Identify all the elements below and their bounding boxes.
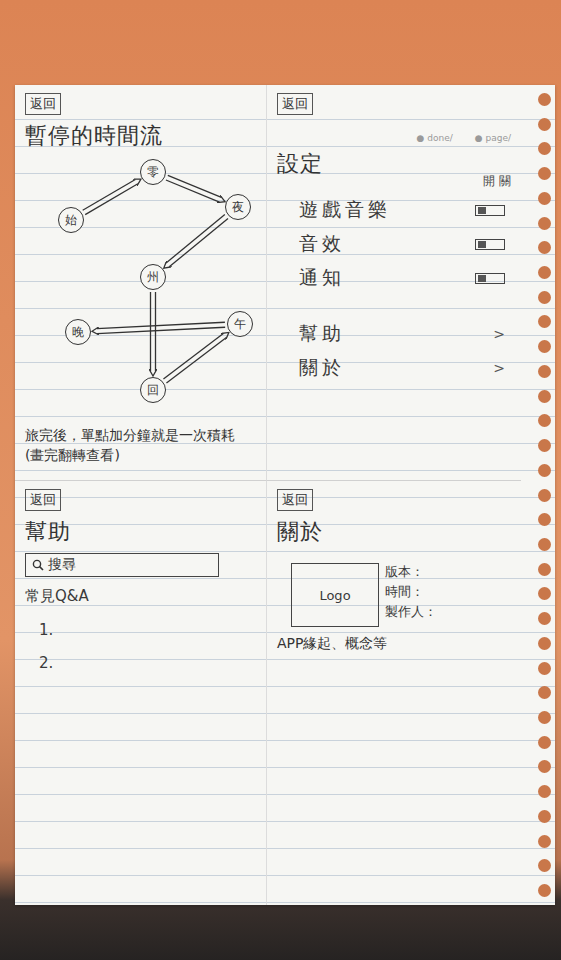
- toggle-row[interactable]: 通知: [277, 264, 511, 292]
- desk: 返回暫停的時間流始零夜州晚回午旅完後，單點加分鐘就是一次積耗(畫完翻轉查看)返回…: [0, 0, 561, 960]
- faq-title: 常見Q&A: [25, 583, 256, 610]
- hole-icon: [538, 785, 551, 798]
- hole-icon: [538, 167, 551, 180]
- link-row[interactable]: 關於>: [277, 354, 511, 382]
- hole-icon: [538, 810, 551, 823]
- toggle-switch[interactable]: [475, 273, 505, 284]
- toggle-header: 開 關: [483, 173, 511, 190]
- faq-item[interactable]: 2.: [25, 649, 256, 676]
- back-button[interactable]: 返回: [25, 93, 61, 115]
- hole-icon: [538, 365, 551, 378]
- hole-icon: [538, 340, 551, 353]
- hole-icon: [538, 612, 551, 625]
- back-button[interactable]: 返回: [277, 489, 313, 511]
- hole-icon: [538, 464, 551, 477]
- chevron-icon: >: [493, 326, 505, 342]
- toggle-switch[interactable]: [475, 205, 505, 216]
- faq-item[interactable]: 1.: [25, 616, 256, 643]
- settings-screen: 返回 ● done/● page/設定開 關遊戲音樂音效通知幫助> 關於>: [267, 85, 521, 481]
- diagram-node[interactable]: 回: [140, 377, 166, 403]
- diagram-node[interactable]: 零: [140, 159, 166, 185]
- diagram-node[interactable]: 州: [140, 264, 166, 290]
- hole-icon: [538, 637, 551, 650]
- toggle-row[interactable]: 遊戲音樂: [277, 196, 511, 224]
- hole-icon: [538, 513, 551, 526]
- hole-icon: [538, 142, 551, 155]
- search-field[interactable]: 搜尋: [25, 553, 219, 577]
- hole-icon: [538, 884, 551, 897]
- hole-icon: [538, 489, 551, 502]
- hole-icon: [538, 736, 551, 749]
- screen-title: 暫停的時間流: [25, 121, 256, 151]
- chevron-icon: >: [493, 360, 505, 376]
- logo-placeholder: Logo: [291, 563, 379, 627]
- hole-icon: [538, 760, 551, 773]
- link-row[interactable]: 幫助>: [277, 320, 511, 348]
- hole-icon: [538, 662, 551, 675]
- about-note: APP緣起、概念等: [277, 633, 511, 653]
- screen-title: 設定: [277, 149, 511, 179]
- hole-icon: [538, 390, 551, 403]
- hole-icon: [538, 241, 551, 254]
- search-icon: [32, 559, 44, 571]
- diagram-note: 旅完後，單點加分鐘就是一次積耗(畫完翻轉查看): [25, 425, 256, 465]
- help-screen: 返回幫助搜尋常見Q&A 1. 2.: [15, 481, 267, 905]
- hole-icon: [538, 192, 551, 205]
- hole-icon: [538, 217, 551, 230]
- hole-icon: [538, 439, 551, 452]
- hole-icon: [538, 587, 551, 600]
- about-fields: 版本：時間：製作人：: [385, 563, 437, 627]
- timeline-diagram: 始 零夜州晚回 午: [23, 157, 283, 419]
- hole-icon: [538, 563, 551, 576]
- toggle-row[interactable]: 音效: [277, 230, 511, 258]
- timeline-screen: 返回暫停的時間流始 零夜州晚回 午旅完後，單點加分鐘就是一次積耗(畫完翻轉查看): [15, 85, 267, 481]
- hole-icon: [538, 686, 551, 699]
- hole-icon: [538, 93, 551, 106]
- hole-icon: [538, 118, 551, 131]
- screen-title: 關於: [277, 517, 511, 547]
- toggle-switch[interactable]: [475, 239, 505, 250]
- hole-icon: [538, 538, 551, 551]
- notebook-page: 返回暫停的時間流始零夜州晚回午旅完後，單點加分鐘就是一次積耗(畫完翻轉查看)返回…: [15, 85, 555, 905]
- hole-icon: [538, 711, 551, 724]
- diagram-node[interactable]: 始: [58, 207, 84, 233]
- hole-icon: [538, 291, 551, 304]
- hole-icon: [538, 414, 551, 427]
- about-screen: 返回關於 Logo版本：時間：製作人： APP緣起、概念等: [267, 481, 521, 905]
- back-button[interactable]: 返回: [25, 489, 61, 511]
- hole-icon: [538, 859, 551, 872]
- hole-icon: [538, 835, 551, 848]
- screen-title: 幫助: [25, 517, 256, 547]
- page-marks: ● done/● page/: [417, 93, 511, 143]
- diagram-node[interactable]: 夜: [225, 194, 251, 220]
- hole-icon: [538, 266, 551, 279]
- diagram-node[interactable]: 午: [227, 311, 253, 337]
- diagram-node[interactable]: 晚: [65, 319, 91, 345]
- back-button[interactable]: 返回: [277, 93, 313, 115]
- hole-icon: [538, 315, 551, 328]
- punch-holes: [538, 93, 551, 897]
